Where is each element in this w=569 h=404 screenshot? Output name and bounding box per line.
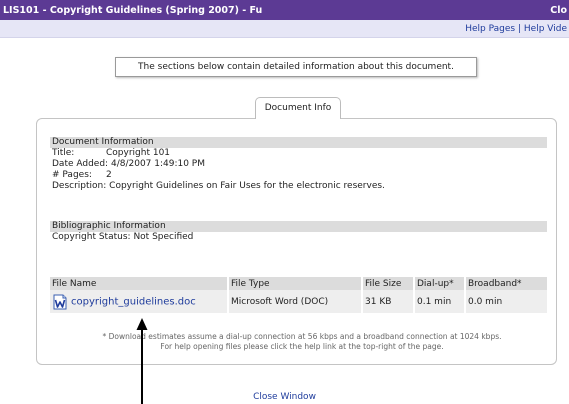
copyright-status-value: Not Specified: [133, 232, 194, 242]
date-added-row: Date Added: 4/8/2007 1:49:10 PM: [50, 159, 547, 170]
column-header: File Size: [361, 277, 414, 290]
title-value: Copyright 101: [106, 148, 171, 158]
window-titlebar: LIS101 - Copyright Guidelines (Spring 20…: [0, 0, 569, 20]
help-links: Help Pages | Help Vide: [465, 24, 567, 34]
files-header-row: File Name File Type File Size Dial-up* B…: [50, 277, 547, 290]
date-added-value: 4/8/2007 1:49:10 PM: [110, 159, 205, 169]
copyright-status-label: Copyright Status:: [52, 232, 131, 242]
window-title-right: Clo: [550, 5, 567, 16]
column-header: File Name: [50, 277, 228, 290]
bibliographic-information-section: Bibliographic Information Copyright Stat…: [50, 221, 547, 243]
file-size-cell: 31 KB: [361, 290, 414, 313]
download-footnote: * Download estimates assume a dial-up co…: [58, 332, 546, 352]
description-value: Copyright Guidelines on Fair Uses for th…: [109, 181, 385, 191]
file-type-cell: Microsoft Word (DOC): [227, 290, 362, 313]
help-video-link[interactable]: Help Vide: [524, 24, 567, 34]
footnote-line-2: For help opening files please click the …: [160, 342, 444, 351]
files-table: File Name File Type File Size Dial-up* B…: [50, 277, 547, 313]
pages-value: 2: [106, 170, 112, 180]
column-header: Dial-up*: [413, 277, 465, 290]
window-title: LIS101 - Copyright Guidelines (Spring 20…: [3, 5, 263, 16]
word-doc-icon[interactable]: [52, 294, 68, 310]
title-row: Title: Copyright 101: [50, 148, 547, 159]
table-row: copyright_guidelines.doc Microsoft Word …: [50, 290, 547, 313]
column-header: Broadband*: [464, 277, 547, 290]
tab-document-info[interactable]: Document Info: [255, 97, 341, 119]
broadband-cell: 0.0 min: [464, 290, 547, 313]
notice-box: The sections below contain detailed info…: [115, 57, 477, 77]
help-pages-link[interactable]: Help Pages: [465, 24, 515, 34]
help-links-separator: |: [517, 24, 522, 34]
title-label: Title:: [52, 148, 75, 158]
copyright-status-row: Copyright Status: Not Specified: [50, 232, 547, 243]
annotation-arrow-icon: [136, 318, 148, 404]
footnote-line-1: * Download estimates assume a dial-up co…: [102, 332, 502, 341]
section-header: Document Information: [50, 137, 547, 148]
help-bar: Help Pages | Help Vide: [0, 20, 569, 38]
description-row: Description: Copyright Guidelines on Fai…: [50, 181, 547, 192]
section-header: Bibliographic Information: [50, 221, 547, 232]
pages-label: # Pages:: [52, 170, 92, 180]
document-information-section: Document Information Title: Copyright 101…: [50, 137, 547, 192]
pages-row: # Pages: 2: [50, 170, 547, 181]
description-label: Description:: [52, 181, 107, 191]
column-header: File Type: [227, 277, 362, 290]
close-window-link[interactable]: Close Window: [0, 392, 569, 402]
dialup-cell: 0.1 min: [413, 290, 465, 313]
file-name-cell[interactable]: copyright_guidelines.doc: [50, 290, 228, 313]
date-added-label: Date Added:: [52, 159, 109, 169]
file-name-link[interactable]: copyright_guidelines.doc: [71, 296, 196, 307]
